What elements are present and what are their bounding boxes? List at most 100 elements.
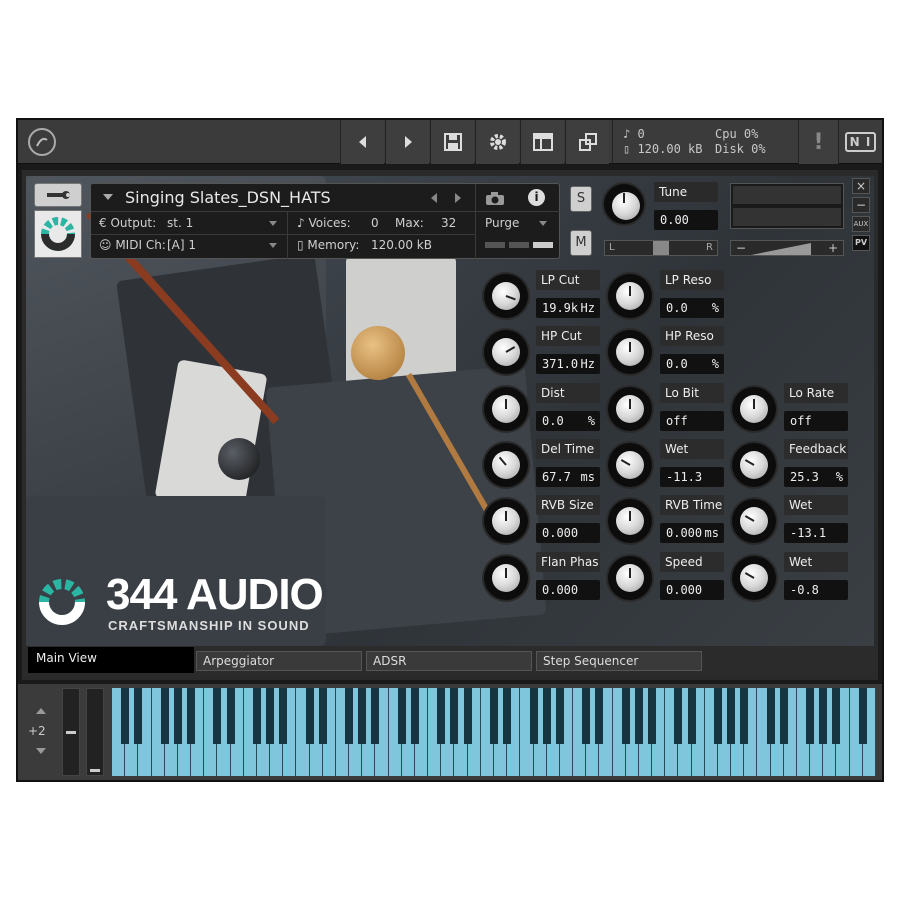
param-value[interactable]: -13.1 (784, 523, 848, 543)
param-value[interactable]: 0.000 (536, 580, 600, 600)
black-key[interactable] (397, 688, 406, 744)
param-knob[interactable] (608, 499, 652, 543)
param-knob[interactable] (608, 387, 652, 431)
black-key[interactable] (858, 688, 867, 744)
octave-up-icon[interactable] (36, 708, 46, 714)
param-value[interactable]: 0.000 (536, 523, 600, 543)
info-icon[interactable]: i (528, 189, 545, 206)
midi-dropdown-icon[interactable] (269, 243, 277, 248)
purge-dropdown-icon[interactable] (539, 221, 547, 226)
black-key[interactable] (160, 688, 169, 744)
param-value[interactable]: 0.0% (660, 354, 724, 374)
black-key[interactable] (226, 688, 235, 744)
param-value[interactable]: off (784, 411, 848, 431)
instrument-name[interactable]: Singing Slates_DSN_HATS (125, 188, 331, 207)
octave-down-icon[interactable] (36, 748, 46, 754)
tab-adsr[interactable]: ADSR (366, 651, 532, 671)
param-knob[interactable] (484, 443, 528, 487)
param-knob[interactable] (608, 556, 652, 600)
black-key[interactable] (345, 688, 354, 744)
black-key[interactable] (213, 688, 222, 744)
black-key[interactable] (832, 688, 841, 744)
black-key[interactable] (450, 688, 459, 744)
volume-slider[interactable]: − + (730, 240, 844, 256)
param-knob[interactable] (608, 330, 652, 374)
param-knob[interactable] (484, 387, 528, 431)
black-key[interactable] (358, 688, 367, 744)
mod-wheel[interactable] (86, 688, 104, 776)
black-key[interactable] (187, 688, 196, 744)
midi-channel-value[interactable]: [A] 1 (167, 238, 196, 252)
save-button[interactable] (430, 120, 474, 164)
param-knob[interactable] (608, 274, 652, 318)
tab-arpeggiator[interactable]: Arpeggiator (196, 651, 362, 671)
black-key[interactable] (410, 688, 419, 744)
param-knob[interactable] (484, 499, 528, 543)
kontakt-logo-icon[interactable] (28, 128, 56, 156)
param-knob[interactable] (732, 443, 776, 487)
black-key[interactable] (266, 688, 275, 744)
edit-instrument-button[interactable] (34, 183, 82, 207)
black-key[interactable] (582, 688, 591, 744)
layout-button[interactable] (520, 120, 564, 164)
solo-button[interactable]: S (570, 186, 592, 212)
purge-button[interactable]: Purge (485, 216, 519, 230)
output-dropdown-icon[interactable] (269, 221, 277, 226)
param-value[interactable]: -11.3 (660, 467, 724, 487)
param-value[interactable]: 67.7 ms (536, 467, 600, 487)
black-key[interactable] (648, 688, 657, 744)
black-key[interactable] (740, 688, 749, 744)
aux-button[interactable]: AUX (852, 216, 870, 232)
black-key[interactable] (687, 688, 696, 744)
tune-knob[interactable] (604, 184, 644, 224)
black-key[interactable] (503, 688, 512, 744)
black-key[interactable] (134, 688, 143, 744)
prev-preset-icon[interactable] (431, 193, 437, 203)
black-key[interactable] (727, 688, 736, 744)
black-key[interactable] (318, 688, 327, 744)
black-key[interactable] (766, 688, 775, 744)
black-key[interactable] (713, 688, 722, 744)
max-voices-value[interactable]: 32 (441, 216, 456, 230)
black-key[interactable] (121, 688, 130, 744)
ni-logo[interactable]: N I (838, 120, 882, 164)
black-key[interactable] (542, 688, 551, 744)
minimize-button[interactable]: − (852, 197, 870, 213)
black-key[interactable] (806, 688, 815, 744)
black-key[interactable] (555, 688, 564, 744)
pitch-wheel[interactable] (62, 688, 80, 776)
black-key[interactable] (674, 688, 683, 744)
black-key[interactable] (490, 688, 498, 744)
tab-main-view[interactable]: Main View (28, 647, 194, 673)
black-key[interactable] (305, 688, 314, 744)
param-knob[interactable] (732, 556, 776, 600)
param-value[interactable]: 0.000 (660, 580, 724, 600)
tab-step-sequencer[interactable]: Step Sequencer (536, 651, 702, 671)
prev-instrument-button[interactable] (340, 120, 384, 164)
black-key[interactable] (279, 688, 288, 744)
camera-icon[interactable] (485, 191, 505, 210)
black-key[interactable] (252, 688, 261, 744)
mute-button[interactable]: M (570, 230, 592, 256)
param-knob[interactable] (484, 274, 528, 318)
pv-button[interactable]: PV (852, 235, 870, 251)
param-value[interactable]: 19.9k Hz (536, 298, 600, 318)
param-value[interactable]: off (660, 411, 724, 431)
param-value[interactable]: 25.3% (784, 467, 848, 487)
instrument-menu-chevron-icon[interactable] (103, 194, 113, 200)
close-button[interactable]: × (852, 178, 870, 194)
black-key[interactable] (463, 688, 472, 744)
param-value[interactable]: 0.000 ms (660, 523, 724, 543)
black-key[interactable] (634, 688, 643, 744)
param-value[interactable]: 0.0% (660, 298, 724, 318)
param-knob[interactable] (608, 443, 652, 487)
piano-keyboard[interactable] (112, 688, 876, 776)
black-key[interactable] (621, 688, 630, 744)
warning-button[interactable]: ! (798, 120, 838, 164)
tune-value[interactable]: 0.00 (654, 210, 718, 230)
black-key[interactable] (819, 688, 828, 744)
black-key[interactable] (371, 688, 380, 744)
param-knob[interactable] (484, 330, 528, 374)
settings-button[interactable] (475, 120, 519, 164)
param-value[interactable]: 0.0% (536, 411, 600, 431)
